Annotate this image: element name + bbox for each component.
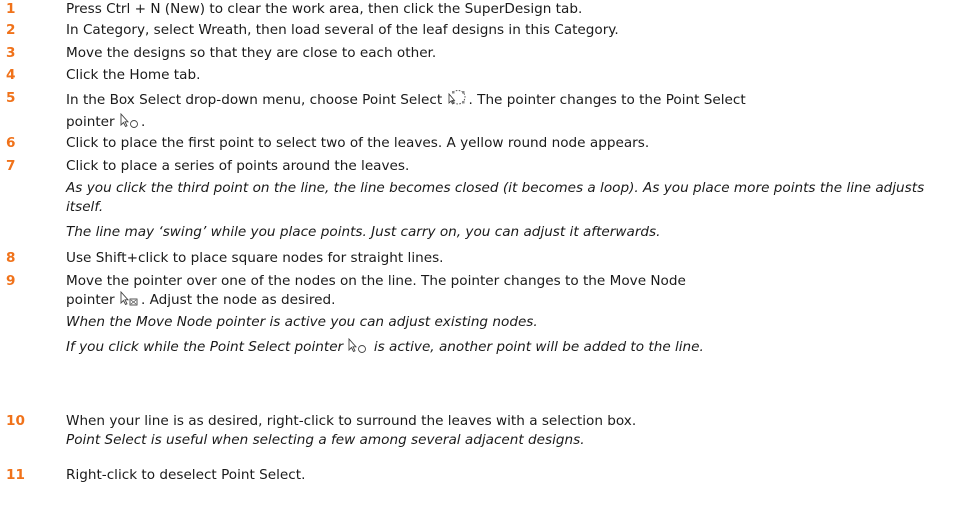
step-number: 11: [6, 467, 25, 483]
step-text: In the Box Select drop-down menu, choose…: [66, 92, 443, 108]
step-number: 8: [6, 250, 16, 266]
step-note: Point Select is useful when selecting a …: [66, 432, 585, 448]
step-text: pointer: [66, 114, 115, 130]
step-number: 2: [6, 22, 16, 38]
step-6: 6 Click to place the first point to sele…: [0, 134, 649, 153]
step-7: 7 Click to place a series of points arou…: [0, 157, 959, 242]
step-number: 7: [6, 158, 16, 174]
step-text: Press Ctrl + N (New) to clear the work a…: [66, 1, 583, 17]
step-number: 3: [6, 45, 16, 61]
step-note: When the Move Node pointer is active you…: [66, 314, 538, 330]
step-9: 9 Move the pointer over one of the nodes…: [0, 272, 959, 360]
step-text: .: [140, 114, 146, 130]
step-5: 5 In the Box Select drop-down menu, choo…: [0, 89, 959, 135]
step-note: The line may ‘swing’ while you place poi…: [66, 224, 661, 240]
step-text: Move the designs so that they are close …: [66, 45, 437, 61]
step-2: 2 In Category, select Wreath, then load …: [0, 21, 619, 40]
step-note: If you click while the Point Select poin…: [66, 337, 959, 360]
step-number: 6: [6, 135, 16, 151]
step-note: As you click the third point on the line…: [66, 180, 925, 215]
step-text: Click to place a series of points around…: [66, 158, 410, 174]
step-note-part: is active, another point will be added t…: [373, 339, 704, 355]
step-text: In Category, select Wreath, then load se…: [66, 22, 619, 38]
step-10: 10 When your line is as desired, right-c…: [0, 412, 959, 450]
step-text: . Adjust the node as desired.: [140, 292, 336, 308]
move-node-pointer-icon: [119, 290, 141, 313]
step-number: 1: [6, 1, 16, 17]
step-text: Click to place the first point to select…: [66, 135, 650, 151]
point-select-pointer-icon: [119, 112, 141, 135]
step-note-part: If you click while the Point Select poin…: [66, 339, 344, 355]
step-11: 11 Right-click to deselect Point Select.: [0, 466, 305, 485]
step-number: 9: [6, 273, 16, 289]
step-3: 3 Move the designs so that they are clos…: [0, 44, 436, 63]
step-text: . The pointer changes to the Point Selec…: [468, 92, 746, 108]
point-select-icon: [447, 89, 469, 113]
step-4: 4 Click the Home tab.: [0, 66, 200, 85]
point-select-pointer-icon: [347, 337, 369, 360]
step-text: Move the pointer over one of the nodes o…: [66, 273, 686, 289]
step-text: When your line is as desired, right-clic…: [66, 413, 637, 429]
step-text: Click the Home tab.: [66, 67, 201, 83]
step-number: 5: [6, 90, 16, 106]
step-number: 10: [6, 413, 25, 429]
step-8: 8 Use Shift+click to place square nodes …: [0, 249, 443, 268]
step-text: pointer: [66, 292, 115, 308]
step-text: Right-click to deselect Point Select.: [66, 467, 306, 483]
step-1: 1 Press Ctrl + N (New) to clear the work…: [0, 0, 582, 19]
step-text: Use Shift+click to place square nodes fo…: [66, 250, 444, 266]
step-number: 4: [6, 67, 16, 83]
